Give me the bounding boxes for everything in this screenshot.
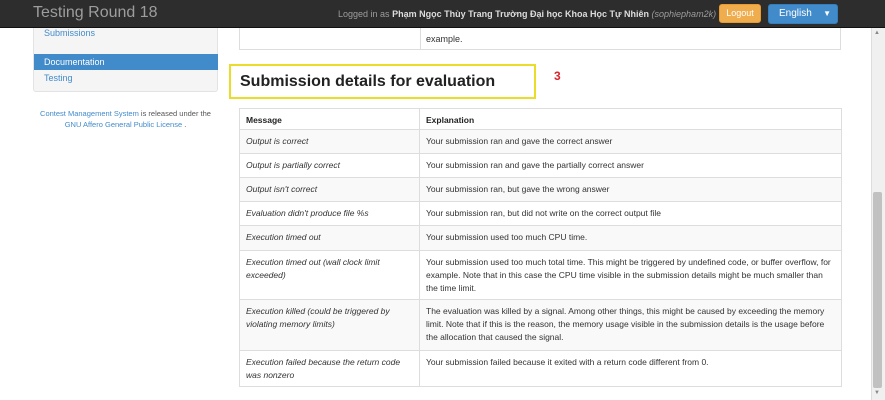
explanation-cell: The evaluation was killed by a signal. A… (419, 299, 842, 351)
explanation-cell: Your submission ran, but did not write o… (419, 201, 842, 226)
license-link[interactable]: GNU Affero General Public License (65, 120, 182, 129)
cms-link[interactable]: Contest Management System (40, 109, 139, 118)
evaluation-messages-table: Message Explanation Output is correct Yo… (239, 108, 842, 387)
top-navbar: Testing Round 18 Logged in as Phạm Ngọc … (0, 0, 885, 28)
language-select[interactable]: English ▼ (768, 4, 838, 24)
table-row: Execution timed out (wall clock limit ex… (239, 250, 842, 300)
explanation-cell: Your submission ran and gave the correct… (419, 129, 842, 154)
contest-title[interactable]: Testing Round 18 (33, 4, 158, 22)
message-cell: Evaluation didn't produce file %s (239, 201, 420, 226)
table-row: Output is correct Your submission ran an… (239, 129, 842, 154)
column-header-message: Message (239, 108, 420, 130)
annotation-number: 3 (554, 69, 561, 83)
scrollbar-thumb[interactable] (873, 192, 882, 388)
explanation-cell: Your submission ran and gave the partial… (419, 153, 842, 178)
table-row: Output is partially correct Your submiss… (239, 153, 842, 178)
table-row: Output isn't correct Your submission ran… (239, 177, 842, 202)
sidebar: Submissions Documentation Testing (33, 28, 218, 92)
previous-row-text: example. (426, 34, 463, 44)
sidebar-item-documentation[interactable]: Documentation (34, 54, 218, 70)
sidebar-item-testing[interactable]: Testing (34, 70, 218, 86)
table-header-row: Message Explanation (239, 108, 842, 130)
explanation-cell: Your submission used too much total time… (419, 250, 842, 300)
logout-button[interactable]: Logout (719, 4, 761, 23)
message-cell: Execution timed out (239, 225, 420, 251)
logged-in-prefix: Logged in as (338, 9, 390, 19)
table-row: Evaluation didn't produce file %s Your s… (239, 201, 842, 226)
license-end: . (184, 120, 187, 129)
chevron-down-icon: ▼ (823, 9, 831, 18)
explanation-cell: Your submission failed because it exited… (419, 350, 842, 387)
language-value: English (779, 8, 812, 19)
logged-in-info: Logged in as Phạm Ngọc Thùy Trang Trường… (338, 9, 716, 19)
explanation-cell: Your submission ran, but gave the wrong … (419, 177, 842, 202)
scroll-down-arrow-icon[interactable]: ▼ (874, 390, 880, 396)
column-divider (420, 28, 421, 49)
user-login: (sophiepham2k) (651, 9, 717, 19)
table-row: Execution timed out Your submission used… (239, 225, 842, 251)
user-full-name: Phạm Ngọc Thùy Trang Trường Đại học Khoa… (392, 9, 650, 19)
message-cell: Output isn't correct (239, 177, 420, 202)
column-header-explanation: Explanation (419, 108, 842, 130)
section-title: Submission details for evaluation (240, 73, 496, 90)
explanation-cell: Your submission used too much CPU time. (419, 225, 842, 251)
table-row: Execution killed (could be triggered by … (239, 299, 842, 351)
message-cell: Execution failed because the return code… (239, 350, 420, 387)
message-cell: Execution timed out (wall clock limit ex… (239, 250, 420, 300)
table-row: Execution failed because the return code… (239, 350, 842, 387)
license-text: is released under the (140, 109, 211, 118)
license-note: Contest Management System is released un… (33, 108, 218, 130)
message-cell: Execution killed (could be triggered by … (239, 299, 420, 351)
message-cell: Output is partially correct (239, 153, 420, 178)
scroll-up-arrow-icon[interactable]: ▲ (874, 30, 880, 36)
message-cell: Output is correct (239, 129, 420, 154)
previous-table-fragment: example. (239, 28, 841, 50)
sidebar-item-submissions[interactable]: Submissions (34, 25, 218, 41)
